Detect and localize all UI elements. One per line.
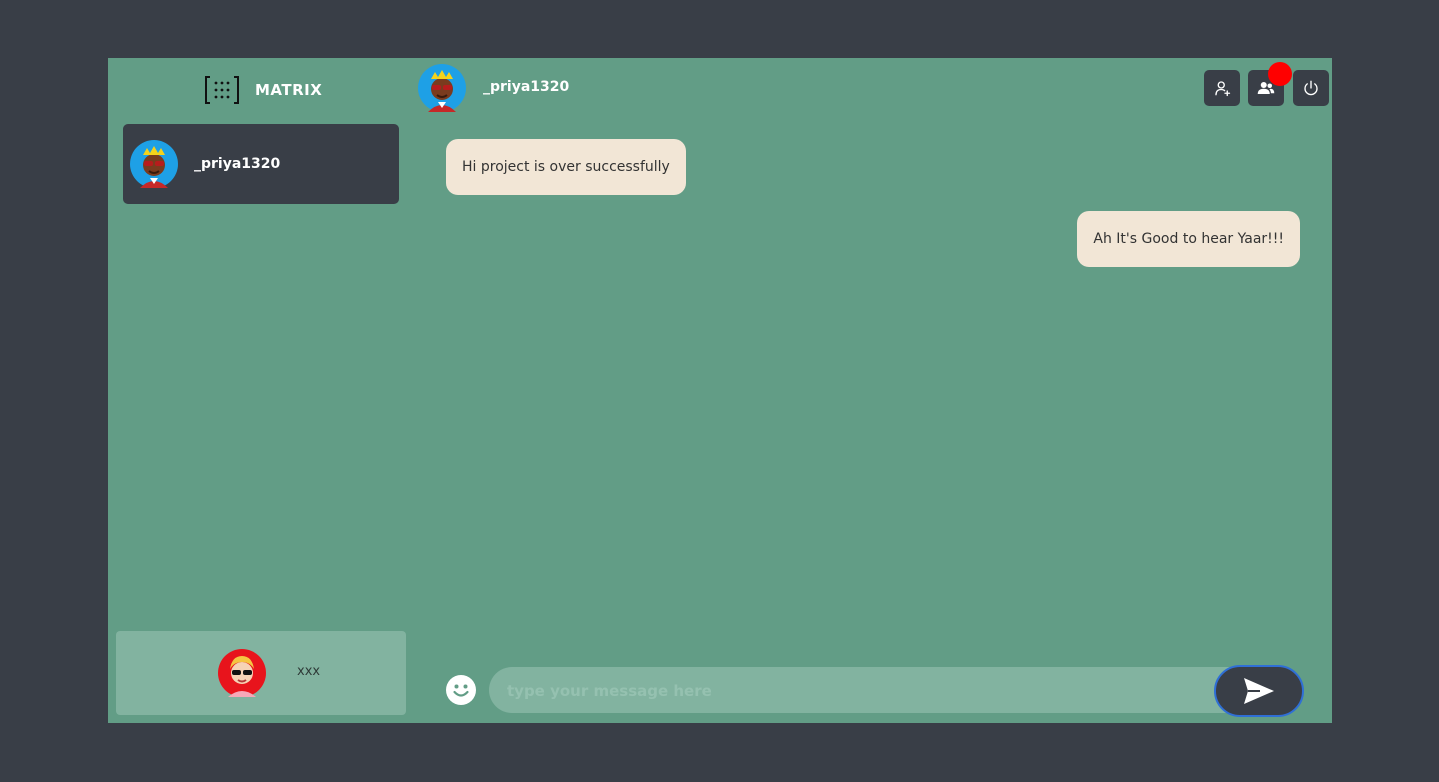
brand: MATRIX bbox=[205, 76, 322, 104]
current-user-name: xxx bbox=[297, 664, 321, 679]
notification-badge bbox=[1268, 62, 1292, 86]
message-composer bbox=[489, 667, 1301, 715]
user-plus-icon bbox=[1215, 81, 1231, 97]
message-input[interactable] bbox=[505, 667, 1209, 715]
brand-name: MATRIX bbox=[255, 81, 323, 99]
contact-list: _priya1320 bbox=[123, 124, 399, 204]
message-outgoing: Ah It's Good to hear Yaar!!! bbox=[1077, 211, 1300, 267]
chat-header-name: _priya1320 bbox=[483, 79, 570, 95]
logout-button[interactable] bbox=[1293, 70, 1329, 106]
send-icon bbox=[1244, 678, 1274, 704]
avatar-crown-sunglasses-icon bbox=[418, 64, 466, 112]
emoji-icon[interactable] bbox=[446, 675, 476, 705]
avatar-crown-sunglasses-icon bbox=[130, 140, 178, 188]
send-button[interactable] bbox=[1214, 665, 1304, 717]
power-icon bbox=[1304, 80, 1318, 96]
current-user-card[interactable]: xxx bbox=[116, 631, 406, 715]
matrix-brackets-icon bbox=[205, 76, 239, 104]
contact-name: _priya1320 bbox=[194, 156, 281, 172]
message-incoming: Hi project is over successfully bbox=[446, 139, 686, 195]
contact-item-priya1320[interactable]: _priya1320 bbox=[123, 124, 399, 204]
chat-app: MATRIX _priya1320 xxx _priya1320 Hi proj… bbox=[108, 58, 1332, 723]
avatar-blonde-sunglasses-icon bbox=[218, 649, 266, 697]
add-contact-button[interactable] bbox=[1204, 70, 1240, 106]
